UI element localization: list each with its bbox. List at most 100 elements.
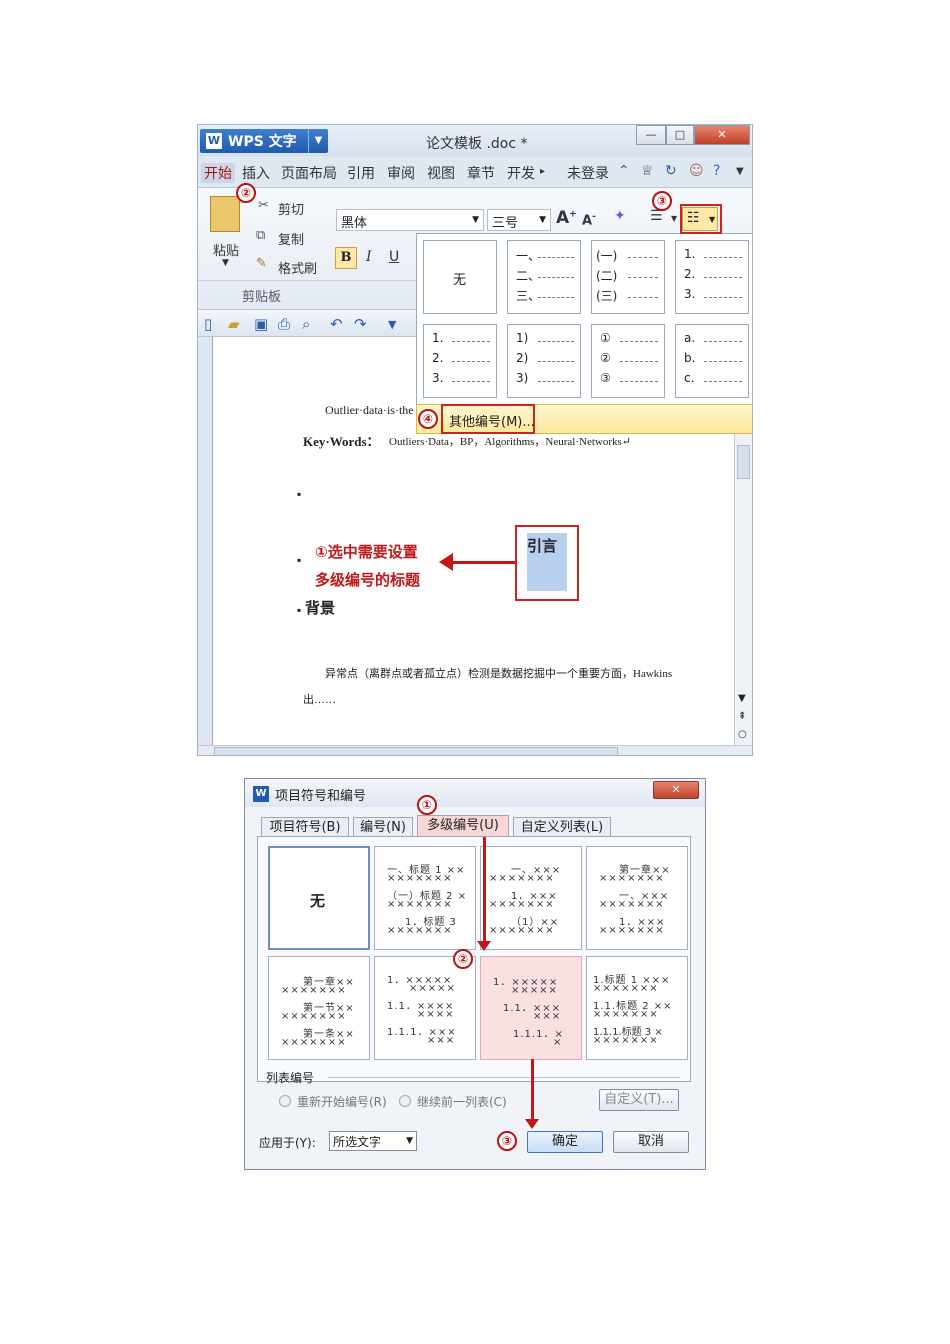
dash-line: [704, 341, 742, 342]
keywords-value: Outliers·Data，BP，Algorithms，Neural·Netwo…: [389, 436, 632, 448]
save-icon[interactable]: ▣: [254, 315, 268, 333]
collapse-icon[interactable]: ⌃: [618, 163, 630, 179]
continue-radio[interactable]: [399, 1095, 411, 1107]
customize-toolbar-icon[interactable]: ▼: [388, 318, 396, 331]
ok-button[interactable]: 确定: [527, 1131, 603, 1153]
copy-button[interactable]: 复制: [278, 229, 304, 248]
print-preview-icon[interactable]: ⌕: [302, 315, 310, 333]
horizontal-scrollbar[interactable]: [198, 745, 752, 755]
menu-more-icon[interactable]: ▸: [540, 166, 545, 177]
multilevel-option-2[interactable]: 一、××× ××××××× 1．××× ××××××× （1）×× ××××××…: [480, 846, 582, 950]
bullet-dropdown-icon[interactable]: ▼: [671, 214, 677, 223]
menu-chapter[interactable]: 章节: [467, 163, 495, 183]
num-label: 2.: [684, 267, 696, 281]
paste-label[interactable]: 粘贴: [213, 240, 239, 259]
list-numbering-label: 列表编号: [266, 1071, 315, 1085]
tab-multilevel[interactable]: 多级编号(U): [417, 815, 509, 837]
dialog-close-button[interactable]: ✕: [653, 781, 699, 799]
numbering-option-paren-chinese[interactable]: (一) (二) (三): [591, 240, 665, 314]
multilevel-option-6-selected[interactable]: 1．××××× ××××× 1.1．××× ××× 1.1.1．× ×: [480, 956, 582, 1060]
shrink-font-icon[interactable]: A-: [582, 212, 596, 228]
num-label: (二): [596, 269, 618, 283]
numbering-option-paren-arabic[interactable]: 1) 2) 3): [507, 324, 581, 398]
num-label: 1.: [684, 247, 696, 261]
arrow-head-icon: [525, 1119, 539, 1129]
underline-button[interactable]: U: [389, 249, 399, 265]
menu-references[interactable]: 引用: [347, 163, 375, 183]
refresh-icon[interactable]: ↻: [665, 163, 677, 179]
prev-page-icon[interactable]: ⇞: [738, 711, 746, 722]
chevron-down-icon[interactable]: ▼: [308, 129, 328, 153]
num-label: ②: [600, 351, 611, 365]
redo-icon[interactable]: ↷: [354, 315, 367, 333]
font-size-combo[interactable]: 三号 ▼: [487, 209, 551, 231]
scroll-thumb[interactable]: [737, 445, 750, 479]
num-label: a.: [684, 331, 696, 345]
num-label: 1.: [432, 331, 444, 345]
grow-font-icon[interactable]: A+: [556, 208, 577, 228]
new-doc-icon[interactable]: ▯: [204, 315, 212, 333]
multilevel-option-4[interactable]: 第一章×× ××××××× 第一节×× ××××××× 第一条×× ××××××…: [268, 956, 370, 1060]
group-divider: [328, 1077, 680, 1078]
close-button[interactable]: ✕: [694, 125, 750, 145]
paste-icon[interactable]: [210, 196, 240, 232]
heading-background[interactable]: 背景: [305, 597, 335, 618]
maximize-button[interactable]: □: [666, 125, 694, 145]
print-icon[interactable]: ⎙: [278, 315, 290, 333]
step-3-box: [680, 204, 722, 234]
numbering-option-chinese[interactable]: 一、 二、 三、: [507, 240, 581, 314]
cut-button[interactable]: 剪切: [278, 199, 304, 218]
app-menu-button[interactable]: W WPS 文字 ▼: [200, 129, 328, 153]
select-browse-icon[interactable]: ○: [738, 729, 747, 740]
hscroll-thumb[interactable]: [214, 747, 618, 755]
apply-to-select[interactable]: 所选文字 ▼: [329, 1131, 417, 1151]
multilevel-option-5[interactable]: 1．××××× ××××× 1.1．×××× ×××× 1.1.1．××× ××…: [374, 956, 476, 1060]
paste-dropdown-icon[interactable]: ▼: [222, 258, 229, 268]
body-line-2: 出……: [303, 694, 336, 706]
dash-line: [620, 341, 658, 342]
menu-review[interactable]: 审阅: [387, 163, 415, 183]
bullet-mark: ▪: [297, 553, 302, 567]
menu-view[interactable]: 视图: [427, 163, 455, 183]
dash-line: [704, 361, 742, 362]
numbering-option-letters[interactable]: a. b. c.: [675, 324, 749, 398]
numbering-option-circled[interactable]: ① ② ③: [591, 324, 665, 398]
menu-insert[interactable]: 插入: [242, 163, 270, 183]
tab-numbering[interactable]: 编号(N): [353, 817, 413, 837]
level-text: ×××××××: [593, 983, 659, 994]
menu-page-layout[interactable]: 页面布局: [281, 163, 337, 183]
community-icon[interactable]: ☺: [689, 163, 704, 179]
clipboard-group-label: 剪贴板: [242, 290, 282, 305]
multilevel-option-3[interactable]: 第一章×× ××××××× 一、××× ××××××× 1．××× ××××××…: [586, 846, 688, 950]
customize-button[interactable]: 自定义(T)...: [599, 1089, 679, 1111]
help-icon[interactable]: ?: [713, 163, 720, 179]
tab-bullets[interactable]: 项目符号(B): [261, 817, 349, 837]
clear-format-icon[interactable]: ✦: [614, 208, 626, 224]
menu-home[interactable]: 开始: [201, 163, 235, 183]
numbering-option-arabic-2[interactable]: 1. 2. 3.: [423, 324, 497, 398]
format-painter-button[interactable]: 格式刷: [278, 258, 317, 277]
skin-icon[interactable]: ♕: [641, 163, 654, 179]
vertical-scrollbar[interactable]: ▼ ⇞ ○ ⇟: [734, 415, 752, 755]
bold-button[interactable]: B: [335, 247, 357, 269]
multilevel-option-none[interactable]: 无: [268, 846, 370, 950]
selected-heading[interactable]: 引言: [527, 533, 567, 591]
minimize-button[interactable]: —: [636, 125, 666, 145]
undo-icon[interactable]: ↶: [330, 315, 343, 333]
restart-radio[interactable]: [279, 1095, 291, 1107]
menu-developer[interactable]: 开发: [507, 163, 535, 183]
multilevel-option-7[interactable]: 1.标题 1 ××× ××××××× 1.1.标题 2 ×× ××××××× 1…: [586, 956, 688, 1060]
italic-button[interactable]: I: [366, 249, 372, 265]
tab-custom-list[interactable]: 自定义列表(L): [513, 817, 611, 837]
help-dropdown-icon[interactable]: ▼: [736, 166, 744, 177]
font-name-combo[interactable]: 黑体 ▼: [336, 209, 484, 231]
numbering-option-none[interactable]: 无: [423, 240, 497, 314]
numbering-option-arabic[interactable]: 1. 2. 3.: [675, 240, 749, 314]
other-numbering-menu-item[interactable]: 其他编号(M)...: [416, 404, 752, 434]
multilevel-option-1[interactable]: 一、标题 1 ×× ××××××× （一）标题 2 × ××××××× 1．标题…: [374, 846, 476, 950]
annotation-arrow: [449, 561, 515, 564]
scroll-down-icon[interactable]: ▼: [738, 693, 746, 704]
login-status[interactable]: 未登录: [567, 163, 609, 183]
cancel-button[interactable]: 取消: [613, 1131, 689, 1153]
open-folder-icon[interactable]: ▰: [228, 315, 240, 333]
